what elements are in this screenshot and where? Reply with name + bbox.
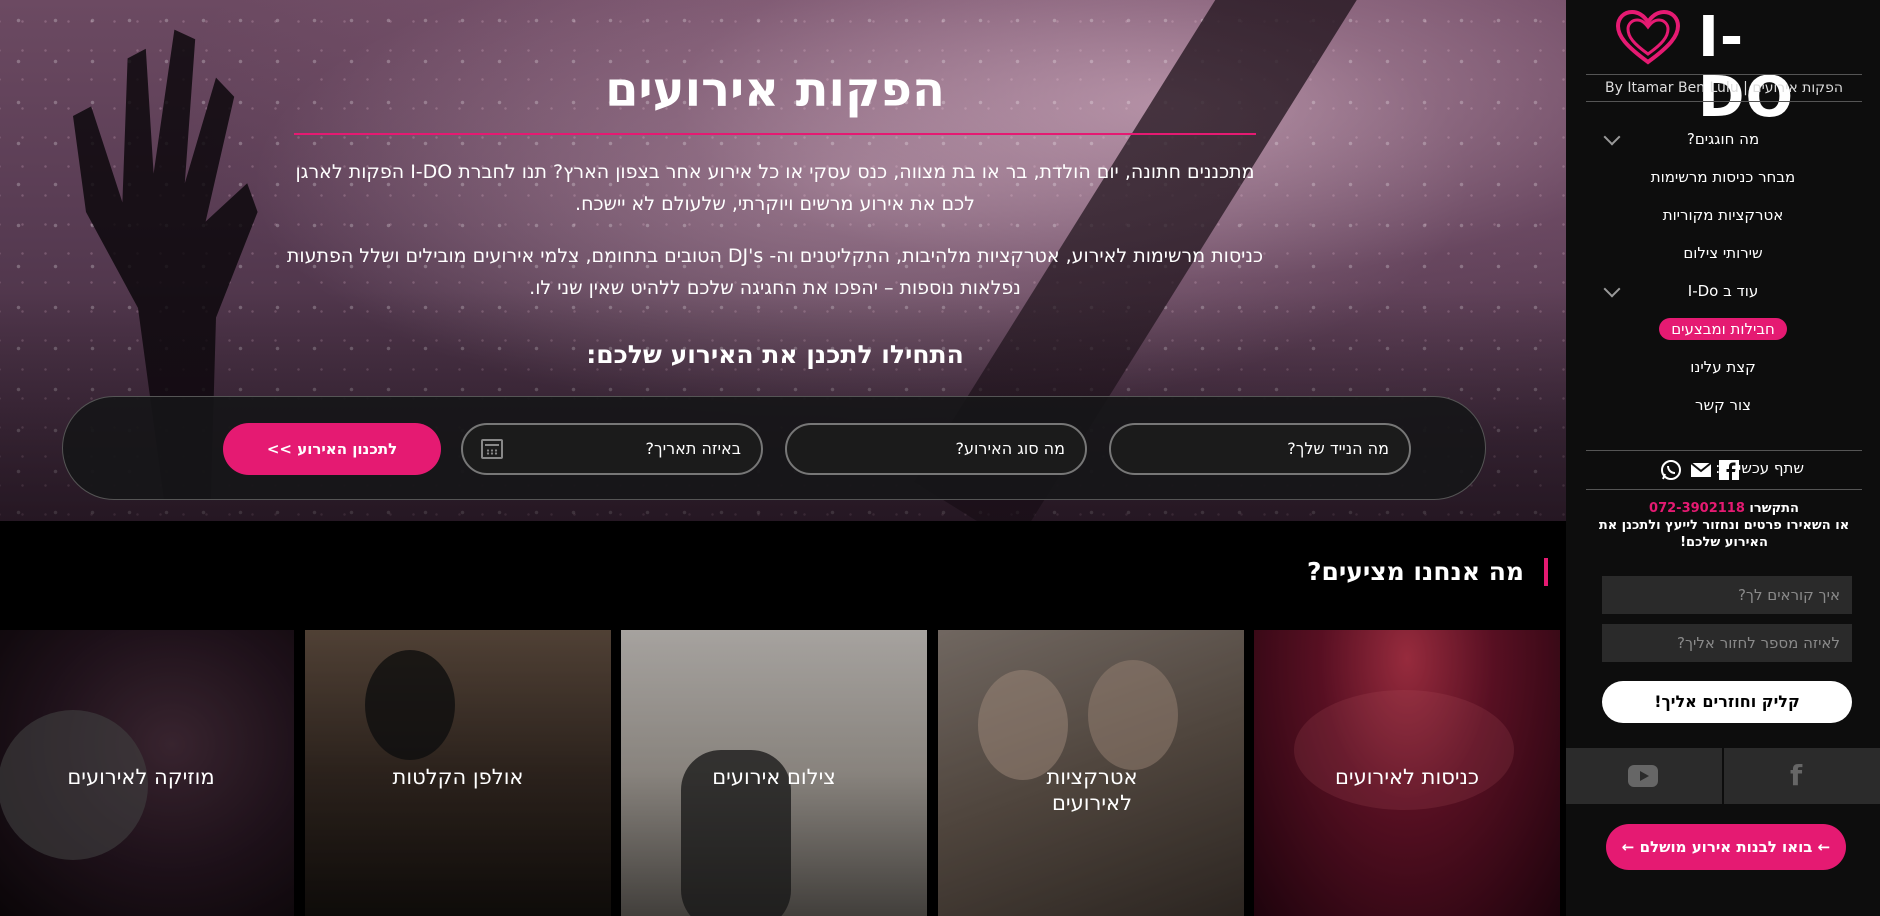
heart-logo-icon [1616, 10, 1680, 65]
event-type-field[interactable]: מה סוג האירוע? [785, 423, 1087, 475]
service-card-attractions[interactable]: אטרקציות לאירועים [938, 630, 1244, 916]
service-card-label: צילום אירועים [712, 765, 836, 789]
services-heading-text: מה אנחנו מציעים? [1307, 557, 1524, 586]
event-date-placeholder: באיזה תאריך? [645, 439, 741, 458]
nav-item-about[interactable]: קצת עלינו [1566, 353, 1880, 381]
contact-callout: התקשרו 072-3902118 או השאירו פרטים ונחזו… [1586, 500, 1862, 551]
logo-text: I-DO [1698, 5, 1795, 130]
hero-divider [294, 133, 1256, 135]
service-card-music[interactable]: מוזיקה לאירועים [0, 630, 294, 916]
logo[interactable]: I-DO [1616, 8, 1836, 128]
service-card-entrances[interactable]: כניסות לאירועים [1254, 630, 1560, 916]
facebook-icon: f [1790, 759, 1803, 792]
services-cards: כניסות לאירועים אטרקציות לאירועים צילום … [0, 630, 1566, 916]
nav-item-photography[interactable]: שירותי צילום [1566, 239, 1880, 267]
nav-item-contact[interactable]: צור קשר [1566, 391, 1880, 419]
hero-paragraph-1: מתכננים חתונה, יום הולדת, בר או בת מצווה… [295, 161, 1255, 215]
youtube-icon [1628, 765, 1658, 787]
social-links: f [1566, 748, 1880, 804]
nav-item-label: קצת עלינו [1690, 358, 1756, 376]
hero-subtitle: התחילו לתכנן את האירוע שלכם: [586, 340, 964, 369]
whatsapp-icon[interactable] [1660, 459, 1682, 481]
main-content: הפקות אירועים מתכננים חתונה, יום הולדת, … [0, 0, 1566, 916]
nav-item-label: מבחר כניסות מרשימות [1650, 168, 1796, 186]
contact-phone-line: התקשרו 072-3902118 [1586, 500, 1862, 517]
nav-item-label: חבילות ומבצעים [1659, 318, 1787, 340]
service-card-label: מוזיקה לאירועים [67, 765, 215, 789]
hero-paragraph-2: כניסות מרשימות לאירוע, אטרקציות מלהיבות,… [286, 245, 1264, 299]
service-card-label: אולפן הקלטות [392, 765, 524, 789]
services-heading: מה אנחנו מציעים? [1307, 556, 1548, 588]
nav-item-what-celebrating[interactable]: מה חוגגים? [1566, 125, 1880, 153]
tagline: By Itamar Ben Lulu | הפקות אירועים [1586, 74, 1862, 102]
calendar-icon[interactable] [481, 439, 503, 459]
event-planning-form: מה הנייד שלך? מה סוג האירוע? באיזה תאריך… [62, 396, 1486, 500]
nav-item-attractions[interactable]: אטרקציות מקוריות [1566, 201, 1880, 229]
service-card-recording-studio[interactable]: אולפן הקלטות [305, 630, 611, 916]
contact-phone-link[interactable]: 072-3902118 [1649, 501, 1745, 516]
contact-prefix: התקשרו [1749, 501, 1799, 516]
nav-item-label: מה חוגגים? [1686, 130, 1760, 148]
service-card-photography[interactable]: צילום אירועים [621, 630, 927, 916]
facebook-icon[interactable] [1718, 459, 1740, 481]
plan-event-button[interactable]: לתכנון האירוע >> [223, 423, 441, 475]
service-card-label: אטרקציות לאירועים [1046, 765, 1138, 815]
mobile-field[interactable]: מה הנייד שלך? [1109, 423, 1411, 475]
name-input[interactable]: איך קוראים לך? [1602, 576, 1852, 614]
sidebar: I-DO By Itamar Ben Lulu | הפקות אירועים … [1566, 0, 1880, 916]
contact-description: או השאירו פרטים ונחזור לייעץ ולתכנן את ה… [1598, 518, 1850, 550]
build-event-cta-button[interactable]: ← בואו לבנות אירוע מושלם ← [1606, 824, 1846, 870]
phone-input[interactable]: לאיזה מספר לחזור אליך? [1602, 624, 1852, 662]
hero-section: הפקות אירועים מתכננים חתונה, יום הולדת, … [0, 0, 1566, 521]
hero-title: הפקות אירועים [605, 62, 945, 118]
heading-accent-bar [1544, 558, 1548, 586]
youtube-link[interactable] [1566, 748, 1722, 804]
nav-item-label: אטרקציות מקוריות [1662, 206, 1784, 224]
share-row: שתף עכשיו ב: [1586, 450, 1862, 490]
callback-button[interactable]: קליק וחוזרים אליך! [1602, 681, 1852, 723]
facebook-link[interactable]: f [1724, 748, 1880, 804]
nav-item-entrances[interactable]: מבחר כניסות מרשימות [1566, 163, 1880, 191]
event-date-field[interactable]: באיזה תאריך? [461, 423, 763, 475]
chevron-down-icon[interactable] [1603, 280, 1621, 298]
nav-item-label: צור קשר [1695, 396, 1751, 414]
nav-item-label: עוד ב I-Do [1687, 282, 1759, 300]
nav-item-label: שירותי צילום [1683, 244, 1763, 262]
chevron-down-icon[interactable] [1603, 128, 1621, 146]
email-icon[interactable] [1690, 459, 1712, 481]
nav-item-more-ido[interactable]: עוד ב I-Do [1566, 277, 1880, 305]
service-card-label: כניסות לאירועים [1334, 765, 1480, 789]
nav-item-packages[interactable]: חבילות ומבצעים [1566, 315, 1880, 343]
